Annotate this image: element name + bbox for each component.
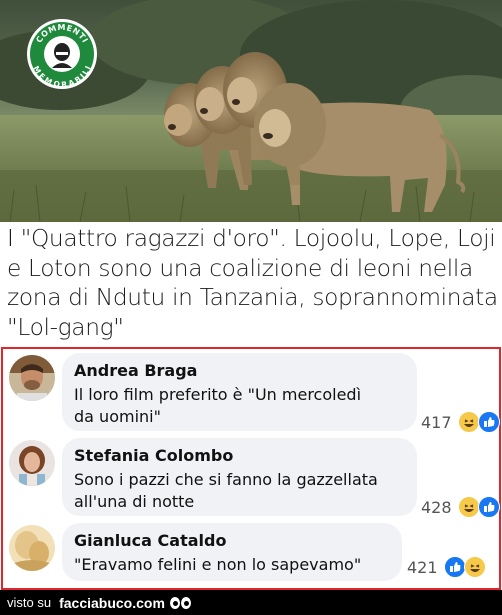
comment-text: "Eravamo felini e non lo sapevamo" — [74, 555, 362, 574]
haha-icon — [463, 556, 486, 578]
comment-stefania-colombo: Stefania Colombo Sono i pazzi che si fan… — [3, 434, 500, 519]
watermark-footer: visto su facciabuco.com — [0, 590, 502, 615]
reaction-summary[interactable]: 428 — [421, 496, 500, 518]
comment-andrea-braga: Andrea Braga Il loro film preferito è "U… — [3, 349, 500, 434]
haha-icon — [457, 411, 480, 433]
comment-bubble: Gianluca Cataldo "Eravamo felini e non l… — [62, 523, 402, 581]
avatar[interactable] — [9, 525, 55, 571]
comment-text: da uomini" — [74, 407, 161, 426]
comment-author[interactable]: Andrea Braga — [74, 361, 405, 380]
comment-author[interactable]: Stefania Colombo — [74, 446, 405, 465]
avatar[interactable] — [9, 440, 55, 486]
visto-su-label: visto su — [7, 595, 52, 610]
comment-bubble: Stefania Colombo Sono i pazzi che si fan… — [62, 438, 417, 516]
caption-line: zona di Ndutu in Tanzania, soprannominat… — [7, 284, 498, 311]
post-caption: I "Quattro ragazzi d'oro". Lojoolu, Lope… — [7, 224, 499, 342]
commenti-memorabili-logo: COMMENTI MEMORABILI — [26, 18, 98, 90]
comment-text: all'una di notte — [74, 492, 195, 511]
comment-text: Sono i pazzi che si fanno la gazzellata — [74, 470, 378, 489]
caption-line: e Loton sono una coalizione di leoni nel… — [7, 254, 473, 282]
lions-photo: COMMENTI MEMORABILI — [0, 0, 502, 222]
site-link[interactable]: facciabuco.com — [59, 595, 165, 611]
reaction-count: 428 — [421, 497, 452, 517]
avatar[interactable] — [9, 355, 55, 401]
haha-icon — [457, 496, 480, 518]
comment-gianluca-cataldo: Gianluca Cataldo "Eravamo felini e non l… — [3, 519, 499, 588]
like-icon — [443, 556, 466, 578]
like-icon — [477, 411, 500, 433]
comment-author[interactable]: Gianluca Cataldo — [74, 531, 390, 550]
caption-line: "Lol-gang" — [7, 313, 124, 341]
comments-frame: Andrea Braga Il loro film preferito è "U… — [1, 347, 501, 590]
reaction-count: 417 — [421, 412, 452, 432]
comment-bubble: Andrea Braga Il loro film preferito è "U… — [62, 353, 417, 431]
caption-line: I "Quattro ragazzi d'oro". Lojoolu, Lope… — [7, 225, 496, 252]
reaction-summary[interactable]: 417 — [421, 411, 500, 433]
reaction-count: 421 — [407, 557, 438, 577]
comment-text: Il loro film preferito è "Un mercoledì — [74, 385, 362, 404]
eyes-icon — [169, 596, 191, 609]
reaction-summary[interactable]: 421 — [407, 556, 486, 578]
like-icon — [477, 496, 500, 518]
